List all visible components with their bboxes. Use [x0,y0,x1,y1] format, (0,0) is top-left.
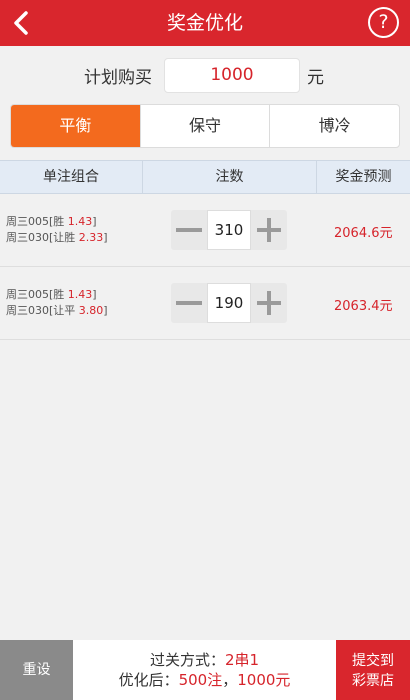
optimized-separator: ， [222,671,238,689]
combination-line: 周三030[让平 3.80] [6,303,108,319]
match-label: 周三005[胜 [6,288,68,301]
odds-value: 3.80 [78,304,104,317]
minus-icon[interactable] [176,228,202,232]
strategy-tabs: 平衡 保守 博冷 [10,104,400,148]
combination-text: 周三005[胜 1.43] 周三030[让平 3.80] [6,287,108,319]
table-row: 周三005[胜 1.43] 周三030[让胜 2.33] 310 2064.6元 [0,194,410,267]
optimized-count: 500注 [178,671,223,689]
submit-to-store-button[interactable]: 提交到 彩票店 [336,640,410,700]
header-combination: 单注组合 [43,169,99,185]
odds-value: 2.33 [78,231,104,244]
help-button[interactable]: ? [368,7,399,38]
bet-count-input[interactable]: 310 [207,210,251,250]
match-label: 周三030[让胜 [6,231,79,244]
tab-conservative[interactable]: 保守 [139,105,270,147]
bracket-close: ] [103,304,108,317]
prize-estimate: 2064.6元 [334,226,393,241]
quantity-stepper: 190 [171,283,287,323]
combination-line: 周三005[胜 1.43] [6,214,108,230]
optimized-line: 优化后：500注，1000元 [73,670,336,690]
tab-balance[interactable]: 平衡 [11,105,140,147]
combination-line: 周三005[胜 1.43] [6,287,108,303]
header-count: 注数 [142,161,316,193]
bracket-close: ] [92,288,97,301]
header-prize: 奖金预测 [316,161,410,193]
summary-panel: 过关方式：2串1 优化后：500注，1000元 [73,640,336,700]
plan-purchase-row: 计划购买 1000 元 [0,46,410,104]
combination-line: 周三030[让胜 2.33] [6,230,108,246]
match-label: 周三005[胜 [6,215,68,228]
page-title: 奖金优化 [166,12,243,34]
submit-label-line2: 彩票店 [352,673,394,689]
odds-value: 1.43 [67,288,93,301]
optimized-amount: 1000元 [237,671,291,689]
tab-upset[interactable]: 博冷 [269,105,399,147]
app-header: 奖金优化 ? [0,0,410,46]
quantity-stepper: 310 [171,210,287,250]
reset-button[interactable]: 重设 [0,640,73,700]
pass-type-line: 过关方式：2串1 [73,650,336,670]
prize-estimate: 2063.4元 [334,299,393,314]
table-row: 周三005[胜 1.43] 周三030[让平 3.80] 190 2063.4元 [0,267,410,340]
combination-text: 周三005[胜 1.43] 周三030[让胜 2.33] [6,214,108,246]
table-header: 单注组合 注数 奖金预测 [0,160,410,194]
combination-list: 周三005[胜 1.43] 周三030[让胜 2.33] 310 2064.6元… [0,194,410,340]
pass-type-value: 2串1 [224,651,260,669]
pass-type-label: 过关方式： [149,651,225,669]
plan-amount-input[interactable]: 1000 [164,58,300,93]
plan-label: 计划购买 [84,68,152,88]
plan-unit: 元 [307,68,324,88]
bracket-close: ] [92,215,97,228]
submit-label-line1: 提交到 [352,653,394,669]
match-label: 周三030[让平 [6,304,79,317]
bracket-close: ] [103,231,108,244]
optimized-label: 优化后： [118,671,179,689]
bet-count-input[interactable]: 190 [207,283,251,323]
odds-value: 1.43 [67,215,93,228]
bottom-bar: 重设 过关方式：2串1 优化后：500注，1000元 提交到 彩票店 [0,640,410,700]
minus-icon[interactable] [176,301,202,305]
question-circle-icon: ? [378,11,389,33]
